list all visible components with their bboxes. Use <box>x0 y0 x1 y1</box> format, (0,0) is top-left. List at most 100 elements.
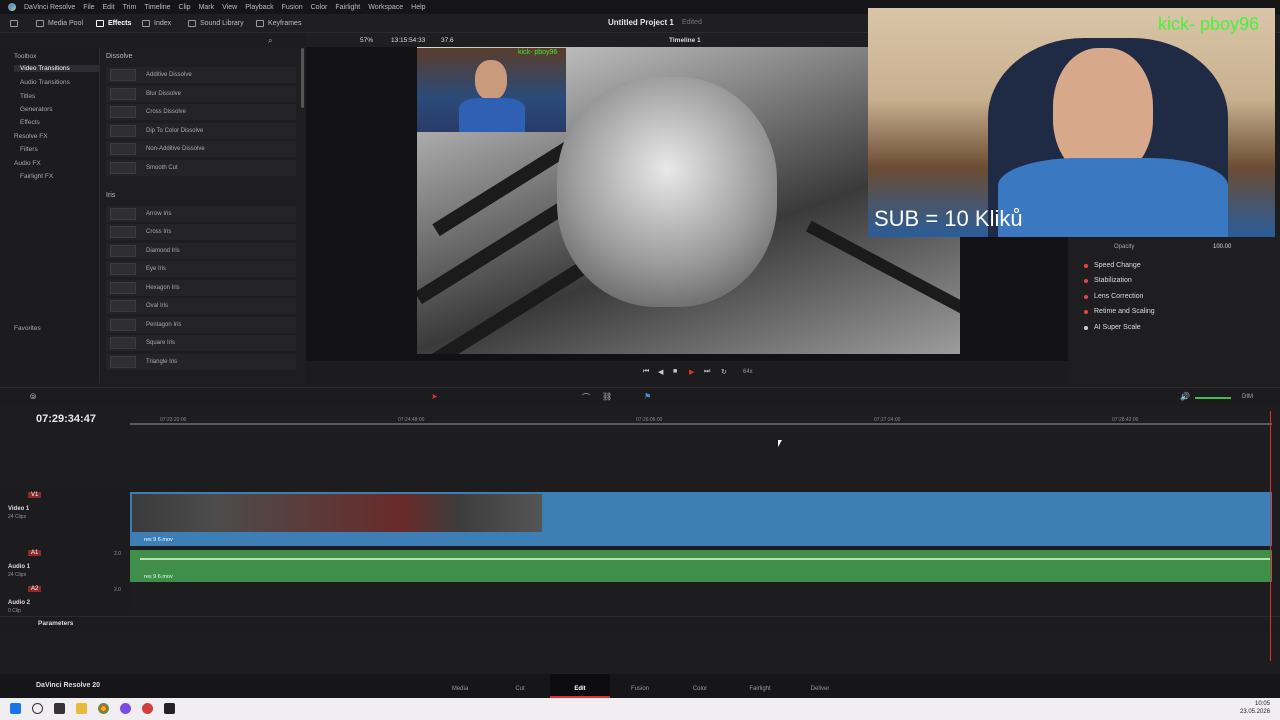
tree-video-transitions[interactable]: Video Transitions <box>14 65 100 72</box>
tree-titles[interactable]: Titles <box>20 93 35 100</box>
volume-slider[interactable] <box>1195 397 1231 399</box>
inspector-retime-scaling[interactable]: Retime and Scaling <box>1094 308 1155 315</box>
dim-button[interactable]: DIM <box>1242 394 1253 400</box>
a1-badge[interactable]: A1 <box>28 550 42 556</box>
play-icon[interactable]: ▶ <box>689 368 694 376</box>
effect-item[interactable]: Arrow Iris <box>106 206 296 222</box>
effect-item[interactable]: Diamond Iris <box>106 243 296 259</box>
iris-header[interactable]: Iris <box>106 192 115 199</box>
menu-app-name[interactable]: DaVinci Resolve <box>24 4 75 11</box>
effect-item[interactable]: Triangle Iris <box>106 354 296 370</box>
dissolve-header[interactable]: Dissolve <box>106 53 132 60</box>
link-icon[interactable]: ⛓ <box>602 392 612 401</box>
menu-fusion[interactable]: Fusion <box>282 4 303 11</box>
keyframes-button[interactable]: Keyframes <box>256 17 301 30</box>
playhead[interactable] <box>1270 411 1271 661</box>
skip-start-icon[interactable]: ⏮ <box>643 368 649 376</box>
search-icon[interactable]: ⌕ <box>268 36 272 46</box>
menu-clip[interactable]: Clip <box>179 4 191 11</box>
zoom-level[interactable]: 57% <box>360 37 373 44</box>
task-view-icon[interactable] <box>54 703 65 714</box>
effect-item[interactable]: Non-Additive Dissolve <box>106 141 296 157</box>
effect-item[interactable]: Additive Dissolve <box>106 67 296 83</box>
menu-color[interactable]: Color <box>311 4 328 11</box>
timeline-name[interactable]: Timeline 1 <box>669 37 701 44</box>
chrome-icon[interactable] <box>98 703 109 714</box>
stop-icon[interactable]: ■ <box>673 368 677 375</box>
effect-item[interactable]: Dip To Color Dissolve <box>106 123 296 139</box>
loop-icon[interactable]: ↻ <box>721 368 727 376</box>
favorites-label[interactable]: Favorites <box>14 325 41 332</box>
effects-scrollbar[interactable] <box>301 48 304 108</box>
menu-timeline[interactable]: Timeline <box>144 4 170 11</box>
tree-generators[interactable]: Generators <box>20 106 53 113</box>
page-cut[interactable]: Cut <box>500 686 540 692</box>
page-media[interactable]: Media <box>440 686 480 692</box>
video-clip-label-bar[interactable] <box>130 534 1272 546</box>
index-button[interactable]: Index <box>142 17 171 30</box>
windows-start-icon[interactable] <box>10 703 21 714</box>
menu-workspace[interactable]: Workspace <box>368 4 403 11</box>
page-edit[interactable]: Edit <box>560 686 600 692</box>
menu-help[interactable]: Help <box>411 4 425 11</box>
effect-item[interactable]: Oval Iris <box>106 298 296 314</box>
menu-edit[interactable]: Edit <box>103 4 115 11</box>
tree-fairlight-fx[interactable]: Fairlight FX <box>20 173 53 180</box>
page-color[interactable]: Color <box>680 686 720 692</box>
effect-thumb-icon <box>110 208 136 220</box>
selection-tool-icon[interactable]: ➤ <box>431 392 438 401</box>
inspector-speed-change[interactable]: Speed Change <box>1094 262 1141 269</box>
sidebar-toggle-button[interactable] <box>10 17 18 30</box>
effect-item[interactable]: Cross Iris <box>106 224 296 240</box>
tree-toolbox[interactable]: Toolbox <box>14 53 36 60</box>
app-icon[interactable] <box>142 703 153 714</box>
effect-item[interactable]: Cross Dissolve <box>106 104 296 120</box>
ruler-line <box>130 423 1272 425</box>
page-fusion[interactable]: Fusion <box>620 686 660 692</box>
file-explorer-icon[interactable] <box>76 703 87 714</box>
inspector-ai-super-scale[interactable]: AI Super Scale <box>1094 324 1141 331</box>
tree-effects[interactable]: Effects <box>20 119 40 126</box>
effect-item[interactable]: Blur Dissolve <box>106 86 296 102</box>
menu-fairlight[interactable]: Fairlight <box>335 4 360 11</box>
davinci-taskbar-icon[interactable] <box>164 703 175 714</box>
effects-button[interactable]: Effects <box>96 17 131 30</box>
tree-resolve-fx[interactable]: Resolve FX <box>14 133 48 140</box>
timeline-view-icon[interactable]: ⦾ <box>30 392 36 402</box>
menu-mark[interactable]: Mark <box>199 4 215 11</box>
effect-item[interactable]: Square Iris <box>106 335 296 351</box>
page-deliver[interactable]: Deliver <box>800 686 840 692</box>
menu-playback[interactable]: Playback <box>245 4 273 11</box>
tree-audio-transitions[interactable]: Audio Transitions <box>20 79 70 86</box>
flag-icon[interactable]: ⚑ <box>644 392 651 401</box>
media-pool-button[interactable]: Media Pool <box>36 17 83 30</box>
effect-item[interactable]: Eye Iris <box>106 261 296 277</box>
search-icon[interactable] <box>32 703 43 714</box>
parameters-row[interactable]: Parameters <box>0 616 1280 630</box>
effect-item[interactable]: Pentagon Iris <box>106 317 296 333</box>
audio-track-name: Audio 1 <box>8 564 30 570</box>
effect-item[interactable]: Hexagon Iris <box>106 280 296 296</box>
menu-view[interactable]: View <box>222 4 237 11</box>
play-reverse-icon[interactable]: ◀ <box>658 368 663 376</box>
sound-library-button[interactable]: Sound Library <box>188 17 244 30</box>
opacity-value[interactable]: 100.00 <box>1213 244 1231 250</box>
a2-badge[interactable]: A2 <box>28 586 42 592</box>
v1-badge[interactable]: V1 <box>28 492 42 498</box>
timeline-toolbar: ⦾ ➤ ⌒ ⛓ ⚑ 🔊 DIM <box>0 387 1280 405</box>
obs-icon[interactable] <box>120 703 131 714</box>
tree-audio-fx[interactable]: Audio FX <box>14 160 41 167</box>
menu-file[interactable]: File <box>83 4 94 11</box>
skip-end-icon[interactable]: ⏭ <box>704 368 710 376</box>
menu-trim[interactable]: Trim <box>123 4 137 11</box>
page-fairlight[interactable]: Fairlight <box>740 686 780 692</box>
audio-track-clip[interactable] <box>130 550 1272 582</box>
snapping-icon[interactable]: ⌒ <box>582 392 590 403</box>
effects-list-panel: Dissolve Additive Dissolve Blur Dissolve… <box>100 47 305 383</box>
inspector-lens-correction[interactable]: Lens Correction <box>1094 293 1143 300</box>
effect-label: Hexagon Iris <box>146 285 180 291</box>
inspector-stabilization[interactable]: Stabilization <box>1094 277 1132 284</box>
tree-filters[interactable]: Filters <box>20 146 38 153</box>
effect-item[interactable]: Smooth Cut <box>106 160 296 176</box>
volume-icon[interactable]: 🔊 <box>1180 392 1190 401</box>
